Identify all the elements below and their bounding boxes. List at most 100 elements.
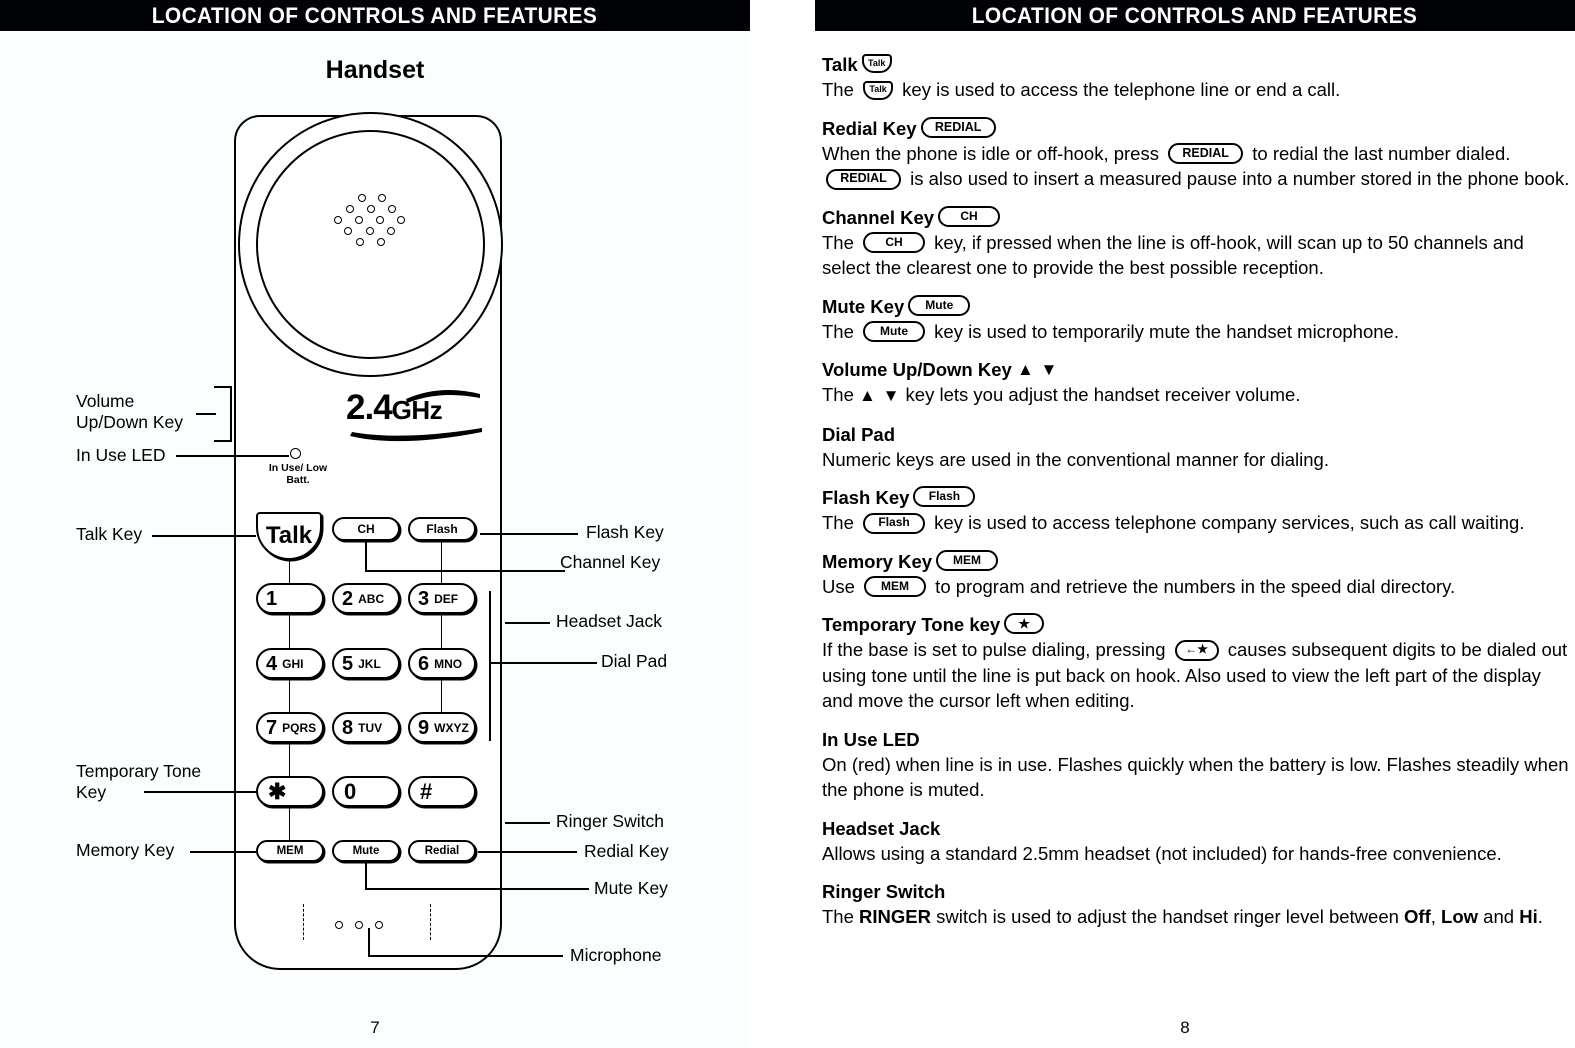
- handset-dial-key-5[interactable]: 5 JKL: [332, 648, 400, 679]
- heading-text: In Use LED: [822, 728, 920, 750]
- flash-chain-line-2: [441, 614, 443, 648]
- channel-key-icon: CH: [938, 205, 1001, 227]
- section-talk: Talk Talk The Talk key is used to access…: [822, 52, 1570, 103]
- up-down-arrows-icon: ▲ ▼: [1016, 360, 1059, 379]
- body-text: The: [822, 512, 860, 533]
- body-text: to program and retrieve the numbers in t…: [930, 575, 1456, 597]
- heading-text: Volume Up/Down Key: [822, 359, 1012, 380]
- left-banner-title: LOCATION OF CONTROLS AND FEATURES: [152, 2, 598, 28]
- dial-key-letters: WXYZ: [434, 720, 469, 735]
- left-page-banner: LOCATION OF CONTROLS AND FEATURES: [0, 0, 750, 31]
- redial-key-icon: REDIAL: [826, 168, 901, 190]
- section-headset-jack-heading: Headset Jack: [822, 816, 1570, 841]
- dial-key-digit: 0: [344, 778, 357, 804]
- frequency-unit: GHz: [391, 395, 443, 425]
- flash-chain-line-3: [441, 679, 443, 712]
- heading-text: Redial Key: [822, 117, 917, 139]
- flash-key-icon: Flash: [863, 512, 926, 534]
- handset-dial-key-2[interactable]: 2 ABC: [332, 583, 400, 614]
- section-temporary-tone-body: If the base is set to pulse dialing, pre…: [822, 637, 1570, 714]
- handset-flash-key[interactable]: Flash: [408, 517, 476, 541]
- dial-key-letters: PQRS: [282, 720, 317, 735]
- section-ringer-switch-heading: Ringer Switch: [822, 879, 1570, 904]
- section-mute: Mute Key Mute The Mute key is used to te…: [822, 294, 1570, 345]
- heading-text: Headset Jack: [822, 817, 941, 839]
- heading-text: Channel Key: [822, 206, 935, 228]
- in-use-led-caption: In Use/ Low Batt.: [268, 462, 328, 486]
- handset-hash-key[interactable]: #: [408, 776, 476, 807]
- heading-text: Talk: [822, 54, 858, 75]
- section-channel-heading: Channel Key CH: [822, 205, 1570, 230]
- keypad-chain-line-3: [289, 679, 291, 712]
- volume-key-bracket: [214, 386, 232, 442]
- heading-text: Temporary Tone key: [822, 614, 1001, 635]
- handset-dial-key-9[interactable]: 9 WXYZ: [408, 712, 476, 743]
- dial-key-digit: 2: [342, 587, 354, 610]
- mute-key-leader-vert: [365, 862, 367, 890]
- talk-key-icon: Talk: [861, 54, 892, 73]
- section-talk-heading: Talk Talk: [822, 52, 1570, 77]
- handset-mute-key[interactable]: Mute: [332, 840, 400, 862]
- talk-key-icon: Talk: [863, 80, 894, 100]
- body-text: key is used to access the telephone line…: [897, 79, 1341, 100]
- flash-key-leader-line: [480, 533, 578, 535]
- body-text: key, if pressed when the line is off-hoo…: [822, 231, 1524, 279]
- section-volume: Volume Up/Down Key ▲ ▼ The ▲ ▼ key lets …: [822, 357, 1570, 409]
- dial-key-letters: JKL: [358, 656, 381, 671]
- body-text-bold: Off: [1404, 906, 1431, 927]
- handset-dial-key-7[interactable]: 7 PQRS: [256, 712, 324, 743]
- body-text: key lets you adjust the handset receiver…: [900, 384, 1301, 405]
- handset-redial-key[interactable]: Redial: [408, 840, 476, 862]
- right-page-number: 8: [1180, 1018, 1190, 1037]
- handset-dial-key-4[interactable]: 4 GHI: [256, 648, 324, 679]
- section-headset-jack: Headset Jack Allows using a standard 2.5…: [822, 816, 1570, 867]
- handset-star-key[interactable]: ✱: [256, 776, 324, 807]
- feature-descriptions: Talk Talk The Talk key is used to access…: [822, 52, 1570, 943]
- section-temporary-tone-heading: Temporary Tone key ★: [822, 612, 1570, 637]
- handset-dial-key-8[interactable]: 8 TUV: [332, 712, 400, 743]
- handset-memory-key[interactable]: MEM: [256, 840, 324, 862]
- star-key-icon: ★: [1004, 613, 1045, 634]
- section-temporary-tone: Temporary Tone key ★ If the base is set …: [822, 612, 1570, 714]
- section-channel: Channel Key CH The CH key, if pressed wh…: [822, 205, 1570, 281]
- heading-text: Mute Key: [822, 295, 905, 317]
- keypad-chain-line-5: [289, 807, 291, 840]
- in-use-led-indicator: [290, 448, 301, 459]
- volume-leader-line: [196, 413, 216, 415]
- handset-dial-key-0[interactable]: 0: [332, 776, 400, 807]
- callout-talk-key: Talk Key: [76, 524, 143, 544]
- callout-channel-key: Channel Key: [560, 552, 661, 572]
- section-flash: Flash Key Flash The Flash key is used to…: [822, 485, 1570, 536]
- right-banner-title: LOCATION OF CONTROLS AND FEATURES: [972, 2, 1418, 28]
- body-text-bold: RINGER: [859, 906, 931, 927]
- section-mute-heading: Mute Key Mute: [822, 294, 1570, 319]
- body-text: key is used to access telephone company …: [929, 512, 1525, 533]
- callout-memory-key: Memory Key: [76, 840, 175, 860]
- body-text: The: [822, 906, 860, 927]
- flash-key-icon: Flash: [913, 486, 976, 507]
- dial-key-letters: GHI: [282, 656, 304, 671]
- callout-microphone: Microphone: [570, 945, 662, 965]
- handset-dial-key-3[interactable]: 3 DEF: [408, 583, 476, 614]
- page-gutter: [750, 0, 815, 1048]
- heading-text: Memory Key: [822, 550, 933, 572]
- left-arrow-star-key-icon: ←★: [1174, 639, 1219, 661]
- handset-dial-key-1[interactable]: 1: [256, 583, 324, 614]
- callout-volume-up-down-key: Volume Up/Down Key: [76, 391, 183, 432]
- memory-key-icon: MEM: [936, 549, 999, 571]
- microphone-leader-horiz: [368, 955, 563, 957]
- section-memory-heading: Memory Key MEM: [822, 549, 1570, 574]
- channel-key-leader-horiz: [365, 570, 565, 572]
- dial-key-digit: 5: [342, 652, 354, 675]
- handset-dial-key-6[interactable]: 6 MNO: [408, 648, 476, 679]
- callout-dial-pad: Dial Pad: [601, 651, 668, 671]
- flash-chain-line-1: [441, 541, 443, 583]
- section-memory: Memory Key MEM Use MEM to program and re…: [822, 549, 1570, 600]
- dial-pad-leader-line: [489, 662, 597, 664]
- callout-in-use-led: In Use LED: [76, 445, 166, 465]
- redial-key-leader-line: [478, 851, 577, 853]
- heading-text: Flash Key: [822, 487, 910, 508]
- section-redial-heading: Redial Key REDIAL: [822, 116, 1570, 141]
- handset-channel-key[interactable]: CH: [332, 517, 400, 541]
- in-use-led-leader-line: [176, 455, 289, 457]
